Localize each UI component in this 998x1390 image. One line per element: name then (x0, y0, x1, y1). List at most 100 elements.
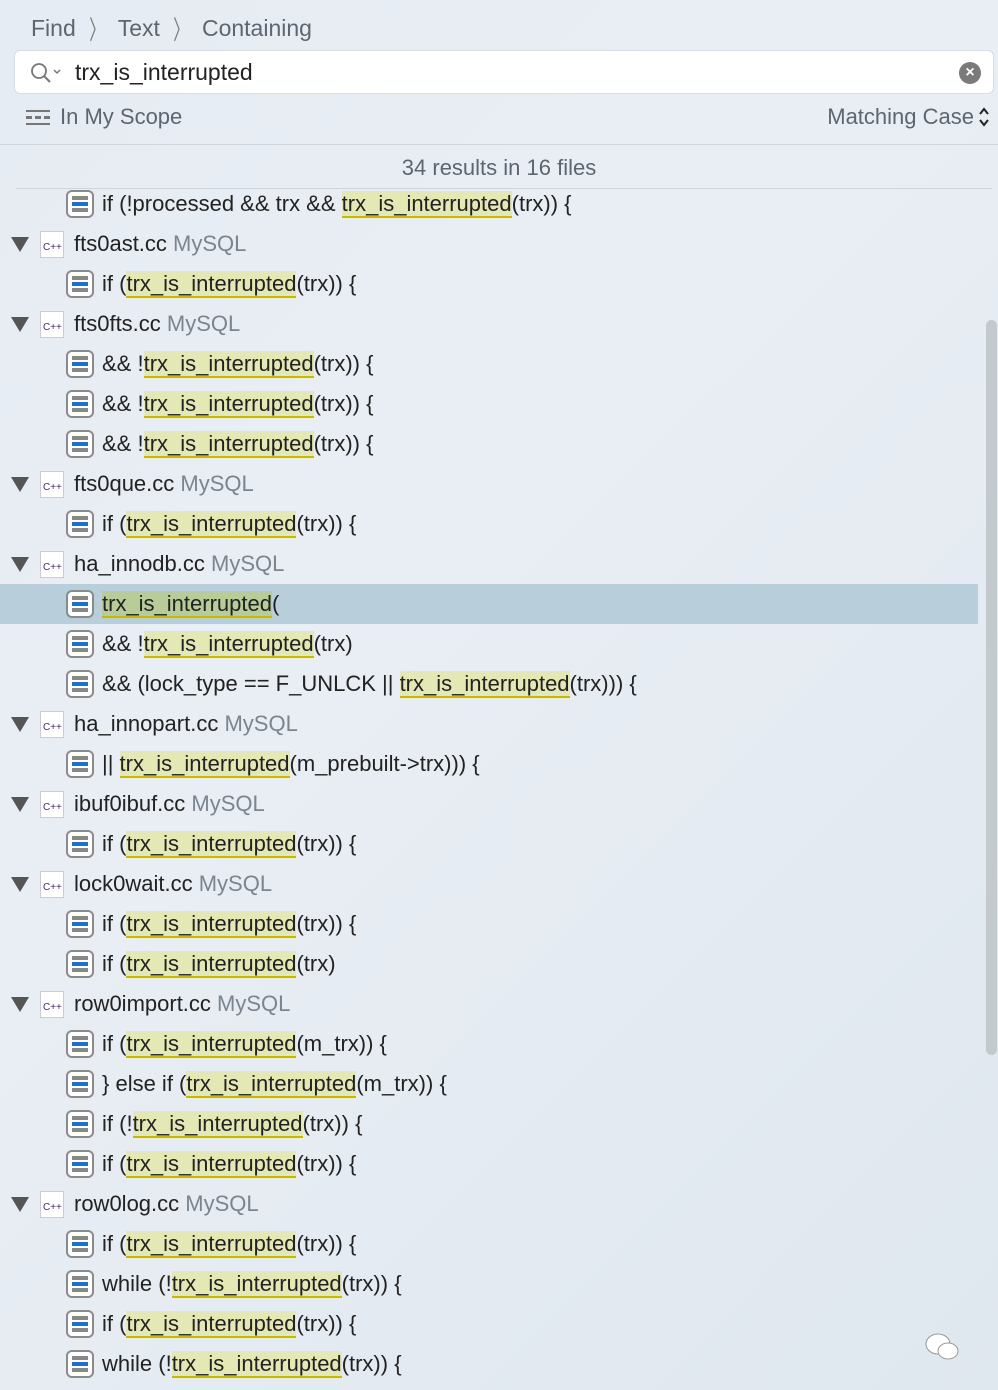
match-highlight: trx_is_interrupted (126, 911, 297, 938)
match-row[interactable]: if (trx_is_interrupted(trx)) { (0, 1224, 978, 1264)
breadcrumb-text[interactable]: Text (118, 15, 160, 42)
match-row[interactable]: if (!trx_is_interrupted(trx)) { (0, 1104, 978, 1144)
divider (16, 188, 992, 189)
project-name: MySQL (173, 231, 247, 256)
match-row[interactable]: if (trx_is_interrupted(trx) (0, 944, 978, 984)
text-match-icon (66, 190, 94, 218)
cpp-file-icon: C++ (40, 311, 64, 338)
match-highlight: trx_is_interrupted (171, 1351, 342, 1378)
match-row[interactable]: && !trx_is_interrupted(trx) (0, 624, 978, 664)
match-after: (trx)) { (296, 1151, 357, 1176)
match-row[interactable]: if (trx_is_interrupted(trx)) { (0, 504, 978, 544)
scope-label: In My Scope (60, 104, 183, 129)
file-group-row[interactable]: C++ lock0wait.cc MySQL (0, 864, 978, 904)
match-row[interactable]: if (!processed && trx && trx_is_interrup… (0, 184, 978, 224)
disclosure-triangle-icon[interactable] (11, 1197, 29, 1212)
project-name: MySQL (198, 871, 273, 896)
disclosure-triangle-icon[interactable] (11, 477, 29, 492)
text-match-icon (66, 390, 94, 418)
match-row[interactable]: if (trx_is_interrupted(trx)) { (0, 904, 978, 944)
match-row[interactable]: if (trx_is_interrupted(trx)) { (0, 824, 978, 864)
match-row[interactable]: while (!trx_is_interrupted(trx)) { (0, 1264, 978, 1304)
text-match-icon (66, 1230, 94, 1258)
disclosure-triangle-icon[interactable] (11, 997, 29, 1012)
disclosure-triangle-icon[interactable] (11, 237, 29, 252)
match-text: && !trx_is_interrupted(trx)) { (102, 351, 374, 378)
match-row[interactable]: && (lock_type == F_UNLCK || trx_is_inter… (0, 664, 978, 704)
text-match-icon (66, 1150, 94, 1178)
scope-icon (26, 110, 50, 125)
match-highlight: trx_is_interrupted (126, 831, 297, 858)
text-match-icon (66, 1270, 94, 1298)
match-before: if ( (102, 1151, 127, 1176)
match-before: && ! (102, 391, 144, 416)
disclosure-triangle-icon[interactable] (11, 717, 29, 732)
breadcrumb-find[interactable]: Find (31, 15, 76, 42)
file-group-row[interactable]: C++ fts0que.cc MySQL (0, 464, 978, 504)
match-row[interactable]: while (!trx_is_interrupted(trx)) { (0, 1344, 978, 1384)
scope-selector[interactable]: In My Scope (26, 104, 182, 130)
match-row[interactable]: && !trx_is_interrupted(trx)) { (0, 344, 978, 384)
match-highlight: trx_is_interrupted (186, 1071, 357, 1098)
file-name: row0log.cc (74, 1191, 180, 1216)
disclosure-triangle-icon[interactable] (11, 317, 29, 332)
match-row[interactable]: } else if (trx_is_interrupted(m_trx)) { (0, 1064, 978, 1104)
match-row[interactable]: if (trx_is_interrupted(trx)) { (0, 264, 978, 304)
match-row[interactable]: if (trx_is_interrupted(m_trx)) { (0, 1024, 978, 1064)
scrollbar[interactable] (986, 320, 997, 1055)
match-after: ( (271, 591, 280, 616)
match-row[interactable]: if (trx_is_interrupted(trx)) { (0, 1304, 978, 1344)
file-group-row[interactable]: C++ ha_innodb.cc MySQL (0, 544, 978, 584)
match-after: (trx)) { (511, 191, 572, 216)
match-after: (trx)) { (296, 511, 357, 536)
match-row[interactable]: && !trx_is_interrupted(trx)) { (0, 424, 978, 464)
match-text: if (trx_is_interrupted(trx)) { (102, 1311, 356, 1338)
match-after: (m_trx)) { (356, 1071, 447, 1096)
match-before: while (! (102, 1351, 172, 1376)
clear-icon[interactable]: × (959, 62, 981, 84)
match-highlight: trx_is_interrupted (132, 1111, 303, 1138)
match-highlight: trx_is_interrupted (143, 391, 314, 418)
file-name: fts0ast.cc (74, 231, 167, 256)
match-highlight: trx_is_interrupted (143, 631, 314, 658)
text-match-icon (66, 1070, 94, 1098)
match-highlight: trx_is_interrupted (119, 751, 290, 778)
disclosure-triangle-icon[interactable] (11, 557, 29, 572)
magnifier-dropdown-icon[interactable] (29, 61, 69, 85)
chevron-right-icon: 〉 (88, 15, 105, 45)
match-after: (trx)) { (313, 351, 374, 376)
search-field[interactable]: × (14, 50, 994, 94)
match-before: if ( (102, 271, 127, 296)
file-group-row[interactable]: C++ ha_innopart.cc MySQL (0, 704, 978, 744)
match-before: && ! (102, 631, 144, 656)
match-after: (trx) (313, 631, 353, 656)
match-row[interactable]: && !trx_is_interrupted(trx)) { (0, 384, 978, 424)
match-row[interactable]: trx_is_interrupted( (0, 584, 978, 624)
match-highlight: trx_is_interrupted (102, 591, 272, 618)
match-text: && (lock_type == F_UNLCK || trx_is_inter… (102, 671, 637, 698)
cpp-file-icon: C++ (40, 871, 64, 898)
text-match-icon (66, 670, 94, 698)
file-label: ha_innopart.cc MySQL (74, 711, 298, 737)
disclosure-triangle-icon[interactable] (11, 877, 29, 892)
breadcrumb: Find 〉 Text 〉 Containing (31, 10, 312, 47)
file-group-row[interactable]: C++ row0import.cc MySQL (0, 984, 978, 1024)
matching-case-popup[interactable]: Matching Case (827, 104, 990, 130)
text-match-icon (66, 750, 94, 778)
match-row[interactable]: || trx_is_interrupted(m_prebuilt->trx)))… (0, 744, 978, 784)
cpp-file-icon: C++ (40, 791, 64, 818)
match-before: if ( (102, 1311, 127, 1336)
file-label: row0import.cc MySQL (74, 991, 290, 1017)
breadcrumb-containing[interactable]: Containing (202, 15, 312, 42)
file-group-row[interactable]: C++ fts0fts.cc MySQL (0, 304, 978, 344)
match-row[interactable]: if (trx_is_interrupted(trx)) { (0, 1144, 978, 1184)
search-input[interactable] (75, 57, 955, 87)
match-text: if (trx_is_interrupted(trx)) { (102, 1231, 356, 1258)
file-group-row[interactable]: C++ row0log.cc MySQL (0, 1184, 978, 1224)
file-group-row[interactable]: C++ ibuf0ibuf.cc MySQL (0, 784, 978, 824)
file-group-row[interactable]: C++ fts0ast.cc MySQL (0, 224, 978, 264)
disclosure-triangle-icon[interactable] (11, 797, 29, 812)
project-name: MySQL (166, 311, 241, 336)
match-text: if (trx_is_interrupted(trx)) { (102, 911, 356, 938)
match-after: (trx)) { (341, 1271, 402, 1296)
